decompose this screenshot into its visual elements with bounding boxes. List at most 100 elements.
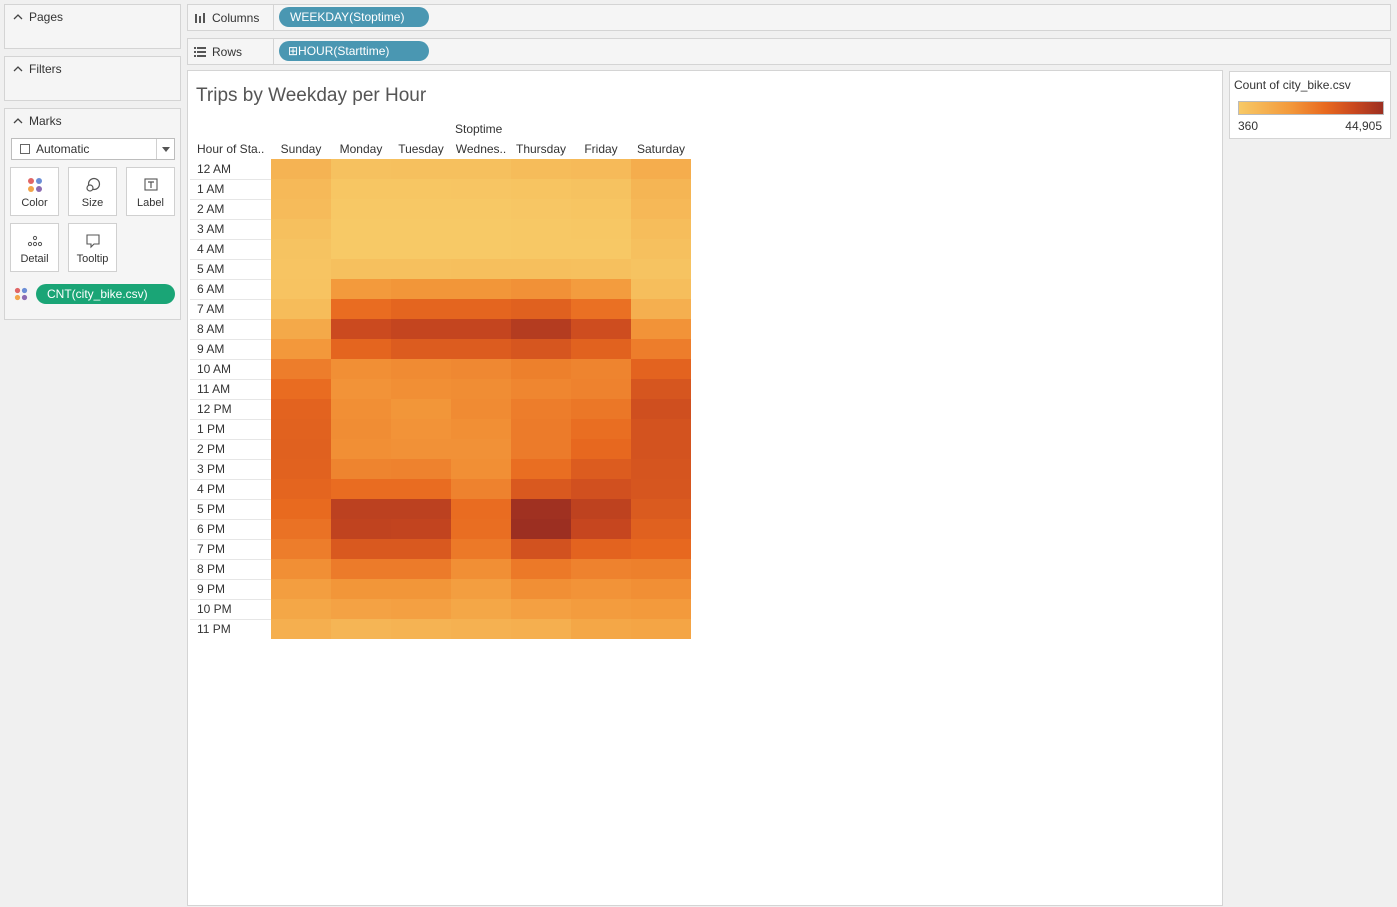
heatmap-cell[interactable]	[331, 219, 391, 239]
heatmap-cell[interactable]	[631, 619, 691, 639]
heatmap-cell[interactable]	[271, 599, 331, 619]
day-header[interactable]: Thursday	[511, 142, 571, 156]
heatmap-cell[interactable]	[631, 219, 691, 239]
heatmap-cell[interactable]	[271, 459, 331, 479]
heatmap-cell[interactable]	[391, 359, 451, 379]
color-button[interactable]: Color	[10, 167, 59, 216]
heatmap-cell[interactable]	[451, 379, 511, 399]
heatmap-cell[interactable]	[511, 259, 571, 279]
heatmap-cell[interactable]	[631, 499, 691, 519]
heatmap-cell[interactable]	[271, 479, 331, 499]
heatmap-cell[interactable]	[391, 459, 451, 479]
heatmap-cell[interactable]	[451, 419, 511, 439]
heatmap-cell[interactable]	[511, 279, 571, 299]
heatmap-cell[interactable]	[571, 499, 631, 519]
heatmap-cell[interactable]	[271, 359, 331, 379]
heatmap-cell[interactable]	[451, 479, 511, 499]
heatmap-cell[interactable]	[391, 619, 451, 639]
heatmap-cell[interactable]	[451, 339, 511, 359]
hour-row-label[interactable]: 4 PM	[197, 482, 225, 496]
heatmap-cell[interactable]	[271, 439, 331, 459]
heatmap-cell[interactable]	[571, 299, 631, 319]
hour-row-label[interactable]: 7 PM	[197, 542, 225, 556]
heatmap-cell[interactable]	[451, 319, 511, 339]
heatmap-cell[interactable]	[271, 199, 331, 219]
heatmap-cell[interactable]	[631, 579, 691, 599]
heatmap-cell[interactable]	[571, 419, 631, 439]
heatmap-cell[interactable]	[511, 539, 571, 559]
marks-header[interactable]: Marks	[5, 109, 180, 133]
color-legend[interactable]: Count of city_bike.csv 360 44,905	[1229, 71, 1391, 139]
heatmap-cell[interactable]	[631, 199, 691, 219]
heatmap-cell[interactable]	[271, 399, 331, 419]
heatmap-cell[interactable]	[631, 599, 691, 619]
heatmap-cell[interactable]	[451, 599, 511, 619]
heatmap-cell[interactable]	[331, 579, 391, 599]
heatmap-cell[interactable]	[631, 359, 691, 379]
heatmap-cell[interactable]	[271, 419, 331, 439]
heatmap-cell[interactable]	[571, 519, 631, 539]
chevron-down-icon[interactable]	[156, 139, 174, 159]
heatmap-cell[interactable]	[631, 319, 691, 339]
heatmap-cell[interactable]	[391, 179, 451, 199]
heatmap-cell[interactable]	[391, 159, 451, 179]
heatmap-cell[interactable]	[391, 239, 451, 259]
heatmap-cell[interactable]	[391, 479, 451, 499]
heatmap-cell[interactable]	[331, 479, 391, 499]
heatmap-cell[interactable]	[631, 179, 691, 199]
heatmap-cell[interactable]	[451, 439, 511, 459]
heatmap-cell[interactable]	[391, 279, 451, 299]
heatmap-cell[interactable]	[451, 259, 511, 279]
heatmap-cell[interactable]	[331, 199, 391, 219]
heatmap-cell[interactable]	[391, 599, 451, 619]
heatmap-cell[interactable]	[571, 379, 631, 399]
hour-row-label[interactable]: 9 AM	[197, 342, 224, 356]
heatmap-cell[interactable]	[571, 259, 631, 279]
heatmap-cell[interactable]	[271, 339, 331, 359]
heatmap-cell[interactable]	[271, 179, 331, 199]
heatmap-cell[interactable]	[631, 439, 691, 459]
pages-header[interactable]: Pages	[5, 5, 180, 29]
heatmap-cell[interactable]	[631, 279, 691, 299]
heatmap-cell[interactable]	[511, 379, 571, 399]
hour-row-label[interactable]: 6 PM	[197, 522, 225, 536]
heatmap-cell[interactable]	[391, 299, 451, 319]
heatmap-cell[interactable]	[571, 199, 631, 219]
heatmap-cell[interactable]	[451, 559, 511, 579]
heatmap-cell[interactable]	[331, 419, 391, 439]
day-header[interactable]: Sunday	[271, 142, 331, 156]
heatmap-cell[interactable]	[451, 179, 511, 199]
heatmap-cell[interactable]	[271, 299, 331, 319]
heatmap-cell[interactable]	[331, 519, 391, 539]
heatmap-cell[interactable]	[511, 599, 571, 619]
heatmap-cell[interactable]	[631, 299, 691, 319]
heatmap-cell[interactable]	[511, 619, 571, 639]
heatmap-cell[interactable]	[391, 539, 451, 559]
hour-row-label[interactable]: 8 AM	[197, 322, 224, 336]
heatmap-cell[interactable]	[571, 599, 631, 619]
heatmap-cell[interactable]	[571, 359, 631, 379]
filters-header[interactable]: Filters	[5, 57, 180, 81]
heatmap-cell[interactable]	[511, 519, 571, 539]
mark-type-dropdown[interactable]: Automatic	[11, 138, 175, 160]
heatmap-cell[interactable]	[391, 379, 451, 399]
heatmap-cell[interactable]	[331, 159, 391, 179]
heatmap-cell[interactable]	[391, 219, 451, 239]
hour-row-label[interactable]: 4 AM	[197, 242, 224, 256]
heatmap-cell[interactable]	[511, 499, 571, 519]
tooltip-button[interactable]: Tooltip	[68, 223, 117, 272]
columns-field-pill[interactable]: WEEKDAY(Stoptime)	[279, 7, 429, 27]
heatmap-cell[interactable]	[451, 239, 511, 259]
hour-row-label[interactable]: 3 AM	[197, 222, 224, 236]
heatmap-cell[interactable]	[451, 619, 511, 639]
heatmap-cell[interactable]	[571, 579, 631, 599]
heatmap-cell[interactable]	[391, 559, 451, 579]
heatmap-cell[interactable]	[331, 399, 391, 419]
heatmap-cell[interactable]	[511, 359, 571, 379]
heatmap-cell[interactable]	[451, 399, 511, 419]
hour-row-label[interactable]: 12 PM	[197, 402, 232, 416]
heatmap-cell[interactable]	[571, 619, 631, 639]
rows-shelf[interactable]: Rows ⊞HOUR(Starttime)	[187, 38, 1391, 65]
heatmap-cell[interactable]	[631, 399, 691, 419]
hour-row-label[interactable]: 10 AM	[197, 362, 231, 376]
